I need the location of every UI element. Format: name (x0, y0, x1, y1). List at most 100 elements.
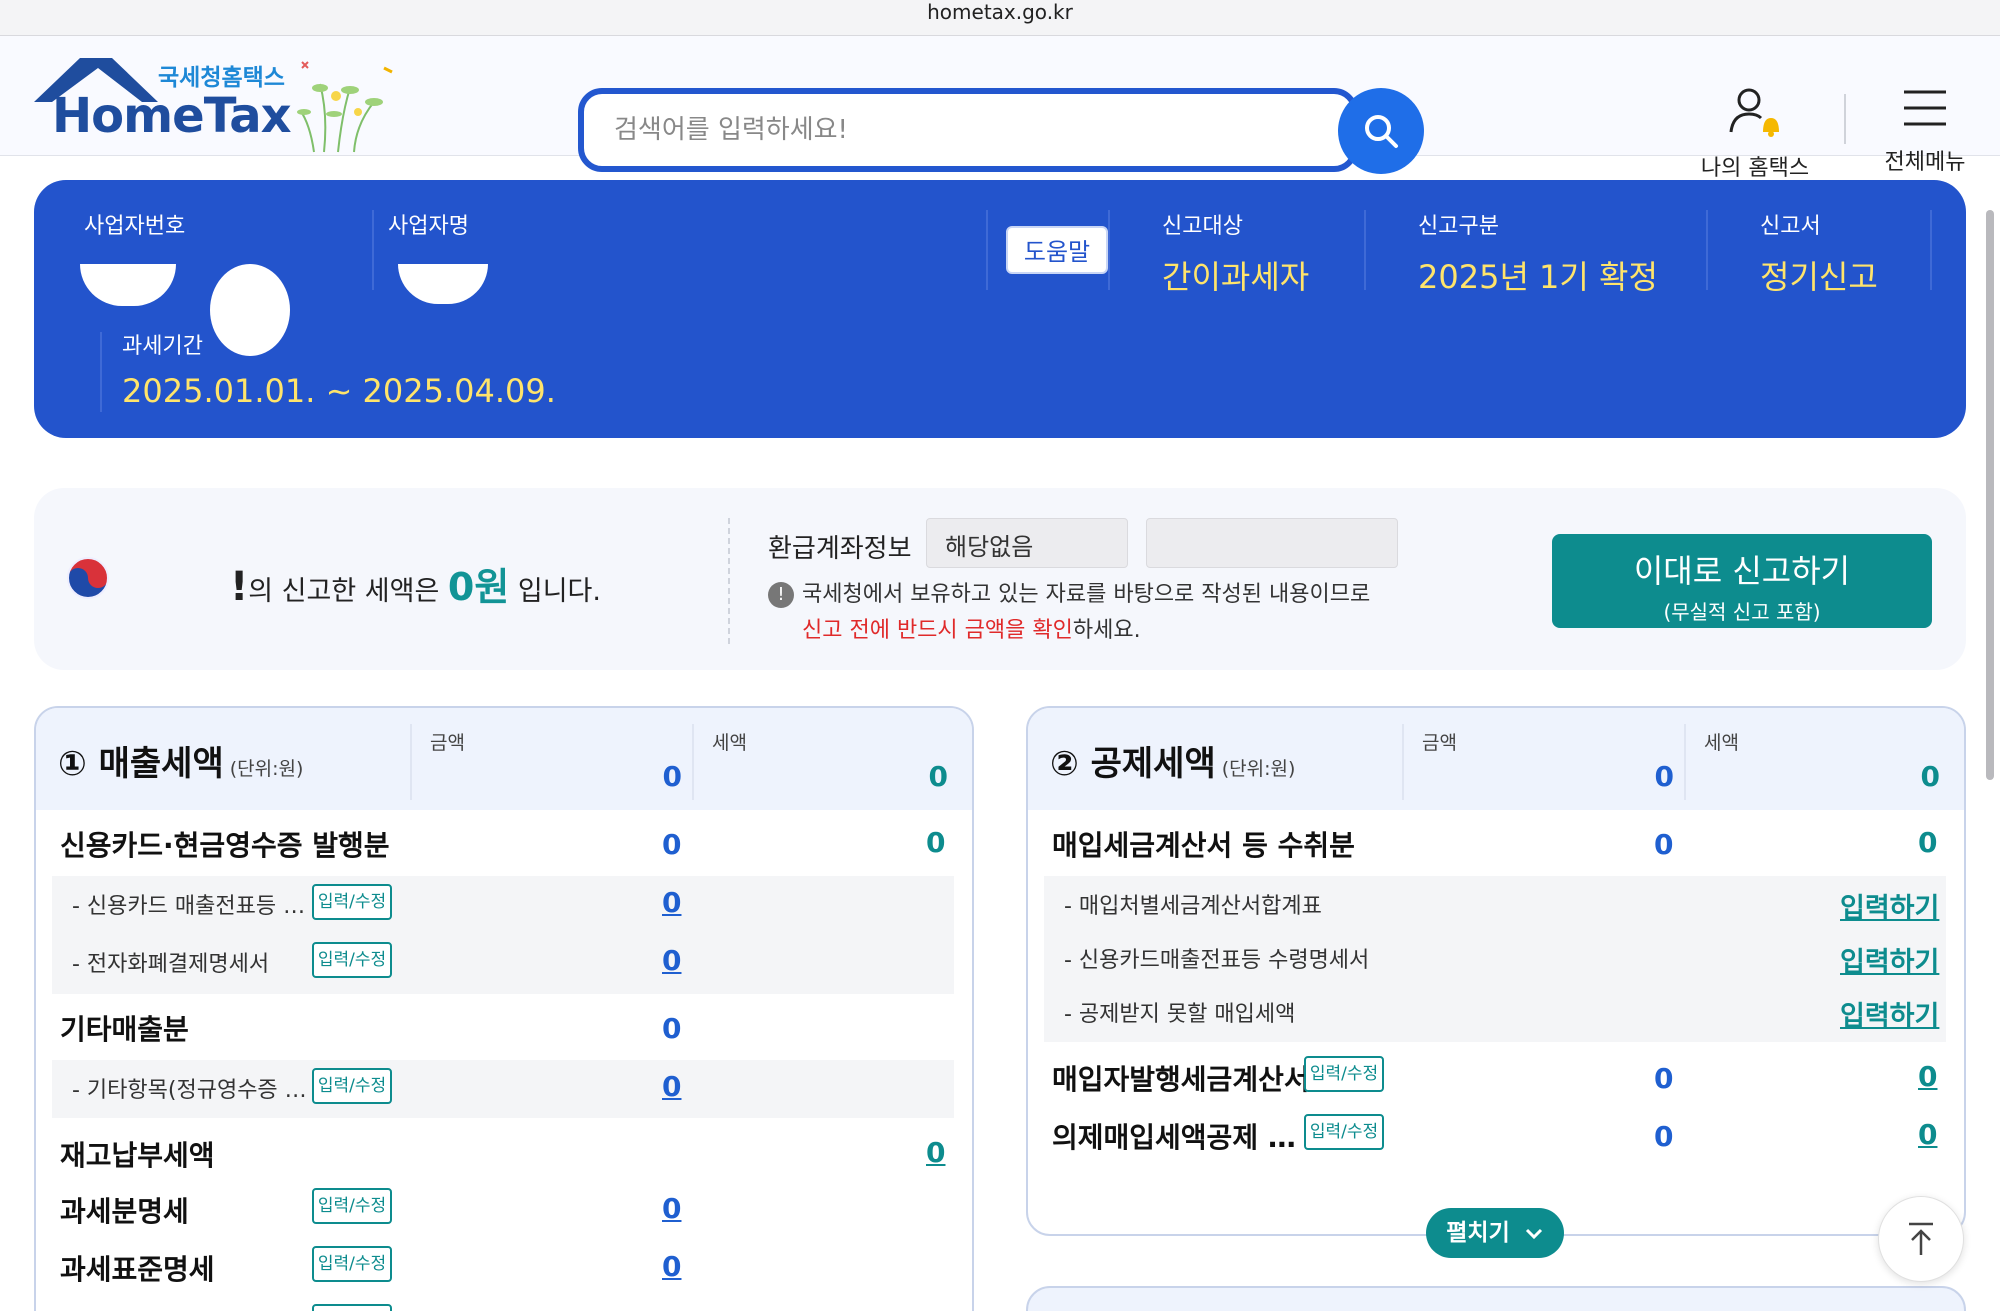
card-receipt-statement-label: - 신용카드매출전표등 수령명세서 (1064, 948, 1370, 973)
non-deductible-input-link[interactable]: 입력하기 (1840, 994, 1939, 1033)
deemed-input-tax[interactable]: 0 (1918, 1118, 1937, 1151)
chevron-down-icon (1525, 1228, 1542, 1239)
plant-decoration-icon (297, 61, 393, 153)
notice-tail: 하세요. (1072, 618, 1141, 643)
taxable-detail-amount[interactable]: 0 (662, 1192, 681, 1225)
all-menu-button[interactable]: 전체메뉴 (1870, 86, 1980, 176)
tax-value: 0 (1920, 760, 1940, 793)
target-label: 신고대상 (1162, 214, 1243, 239)
deduction-title-text: ② 공제세액 (1050, 744, 1216, 784)
card-receipt-row-label: 신용카드·현금영수증 발행분 (60, 829, 390, 862)
taxable-detail-edit-button[interactable]: 입력/수정 (312, 1188, 392, 1224)
deduction-amount-total: 금액 0 (1402, 724, 1684, 800)
file-button-sublabel: (무실적 신고 포함) (1663, 600, 1821, 624)
expand-button[interactable]: 펼치기 (1426, 1208, 1564, 1258)
inventory-tax-value[interactable]: 0 (926, 1136, 945, 1169)
e-money-amount[interactable]: 0 (662, 944, 681, 977)
next-section-card (1026, 1286, 1966, 1311)
header-divider (1844, 94, 1846, 144)
invoice-summary-input-link[interactable]: 입력하기 (1840, 886, 1939, 925)
e-money-statement-label: - 전자화폐결제명세서 (72, 952, 270, 977)
e-money-edit-button[interactable]: 입력/수정 (312, 942, 392, 978)
buyer-issued-invoice-label: 매입자발행세금계산서 (1052, 1063, 1310, 1096)
biz-number-field: 사업자번호 (84, 208, 185, 240)
card-receipt-tax: 0 (926, 826, 946, 859)
unit-label: (단위:원) (1221, 758, 1296, 780)
scroll-to-top-button[interactable] (1878, 1196, 1964, 1282)
deduction-tax-card: ② 공제세액 (단위:원) 금액 0 세액 0 매입세금계산서 등 수취분 0 0… (1026, 706, 1966, 1236)
buyer-issued-edit-button[interactable]: 입력/수정 (1304, 1056, 1384, 1092)
divider (1108, 210, 1110, 290)
biz-name-label: 사업자명 (388, 214, 469, 239)
non-deductible-label: - 공제받지 못할 매입세액 (1064, 1002, 1296, 1027)
refund-account-bank: 해당없음 (926, 518, 1128, 568)
buyer-issued-amount: 0 (1654, 1062, 1674, 1095)
search-icon (1365, 115, 1398, 148)
redaction-mark (398, 264, 488, 304)
other-sales-amount: 0 (662, 1012, 682, 1045)
search-input[interactable] (614, 108, 1274, 152)
my-hometax-label: 나의 홈택스 (1700, 156, 1810, 181)
deduction-header: ② 공제세액 (단위:원) 금액 0 세액 0 (1028, 708, 1964, 810)
file-button-label: 이대로 신고하기 (1633, 552, 1851, 590)
divider (1364, 210, 1366, 290)
statement-suffix: 입니다. (509, 576, 601, 607)
amount-value: 0 (1654, 760, 1674, 793)
sales-tax-title: ① 매출세액 (단위:원) (58, 736, 303, 785)
help-button[interactable]: 도움말 (1006, 226, 1108, 274)
hometax-logo[interactable]: 국세청홈택스 HomeTax (32, 54, 402, 154)
file-as-is-button[interactable]: 이대로 신고하기 (무실적 신고 포함) (1552, 534, 1932, 628)
category-value: 2025년 1기 확정 (1418, 258, 1658, 296)
next-edit-button[interactable]: 입력/수정 (312, 1304, 392, 1311)
other-items-amount[interactable]: 0 (662, 1070, 681, 1103)
notice-text-1: 국세청에서 보유하고 있는 자료를 바탕으로 작성된 내용이므로 (802, 582, 1371, 607)
tax-label: 세액 (1704, 732, 1739, 754)
unit-label: (단위:원) (229, 758, 304, 780)
tax-value: 0 (928, 760, 948, 793)
logo-title: HomeTax (52, 88, 292, 144)
sales-amount-total: 금액 0 (410, 724, 692, 800)
notice-line-2: 신고 전에 반드시 금액을 확인하세요. (802, 612, 1141, 644)
card-sales-slip-edit-button[interactable]: 입력/수정 (312, 884, 392, 920)
arrow-up-icon (1909, 1222, 1933, 1255)
divider (986, 210, 988, 290)
deemed-input-tax-label: 의제매입세액공제 … (1052, 1121, 1296, 1154)
card-sales-slip-amount[interactable]: 0 (662, 886, 681, 919)
filed-tax-amount: 0원 (447, 565, 510, 609)
refund-account-label: 환급계좌정보 (768, 534, 912, 564)
amount-label: 금액 (430, 732, 465, 754)
other-items-label: - 기타항목(정규영수증 … (72, 1078, 307, 1103)
browser-url-bar[interactable]: hometax.go.kr (0, 0, 2000, 36)
hamburger-menu-icon (1904, 90, 1946, 126)
amount-label: 금액 (1422, 732, 1457, 754)
buyer-issued-tax[interactable]: 0 (1918, 1060, 1937, 1093)
site-header: 국세청홈택스 HomeTax 나의 홈택스 (0, 36, 2000, 181)
other-items-edit-button[interactable]: 입력/수정 (312, 1068, 392, 1104)
target-field: 신고대상 간이과세자 (1162, 208, 1309, 298)
taxable-detail-label: 과세분명세 (60, 1195, 189, 1228)
card-receipt-statement-input-link[interactable]: 입력하기 (1840, 940, 1939, 979)
other-sales-label: 기타매출분 (60, 1013, 189, 1046)
purchase-invoice-tax: 0 (1918, 826, 1938, 859)
sales-title-text: ① 매출세액 (58, 744, 224, 784)
search-button[interactable] (1338, 88, 1424, 174)
period-value: 2025.01.01. ~ 2025.04.09. (122, 372, 556, 410)
filed-tax-statement: !의 신고한 세액은 0원 입니다. (230, 556, 601, 611)
deduction-tax-total: 세액 0 (1684, 724, 1950, 800)
biz-number-label: 사업자번호 (84, 214, 186, 239)
info-icon: ! (768, 582, 794, 608)
deemed-input-edit-button[interactable]: 입력/수정 (1304, 1114, 1384, 1150)
form-value: 정기신고 (1760, 258, 1878, 296)
user-bell-icon (1729, 88, 1779, 137)
period-field: 과세기간 2025.01.01. ~ 2025.04.09. (122, 328, 556, 410)
notice-warning: 신고 전에 반드시 금액을 확인 (802, 618, 1073, 643)
card-sales-slip-label: - 신용카드 매출전표등 … (72, 894, 306, 919)
category-field: 신고구분 2025년 1기 확정 (1418, 208, 1658, 298)
tax-standard-edit-button[interactable]: 입력/수정 (312, 1246, 392, 1282)
page-scrollbar[interactable] (1986, 210, 1994, 780)
divider (1930, 210, 1932, 290)
my-hometax-button[interactable]: 나의 홈택스 (1690, 86, 1820, 182)
sales-tax-total: 세액 0 (692, 724, 958, 800)
tax-standard-amount[interactable]: 0 (662, 1250, 681, 1283)
name-mark: ! (230, 564, 249, 610)
